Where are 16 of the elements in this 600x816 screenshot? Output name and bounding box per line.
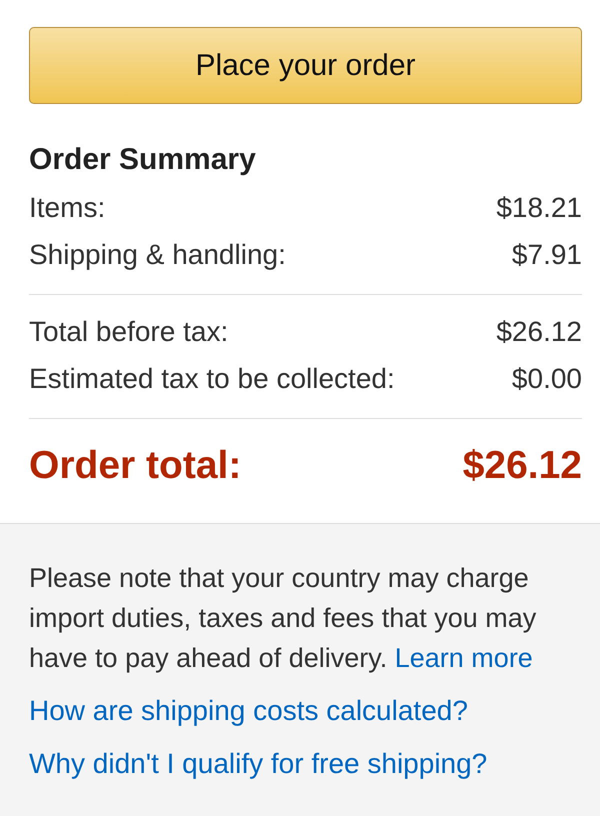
summary-label: Estimated tax to be collected: <box>29 362 395 394</box>
place-order-button[interactable]: Place your order <box>29 27 582 104</box>
summary-label: Shipping & handling: <box>29 238 286 270</box>
summary-label: Total before tax: <box>29 316 228 348</box>
help-link[interactable]: Why didn't I qualify for free shipping? <box>29 744 488 784</box>
summary-label: Items: <box>29 192 106 224</box>
order-total-label: Order total: <box>29 444 242 488</box>
help-link[interactable]: How are shipping costs calculated? <box>29 691 468 731</box>
summary-amount: $26.12 <box>496 316 582 348</box>
summary-amount: $0.00 <box>512 362 582 394</box>
summary-amount: $7.91 <box>512 238 582 270</box>
order-summary-title: Order Summary <box>29 144 257 176</box>
import-duties-note: Please note that your country may charge import duties, taxes and fees that you may have to pay ahead of delivery. Learn more <box>29 562 538 675</box>
summary-amount: $18.21 <box>496 192 582 224</box>
order-total-amount: $26.12 <box>462 444 582 488</box>
learn-more-link[interactable]: Learn more <box>394 643 533 673</box>
